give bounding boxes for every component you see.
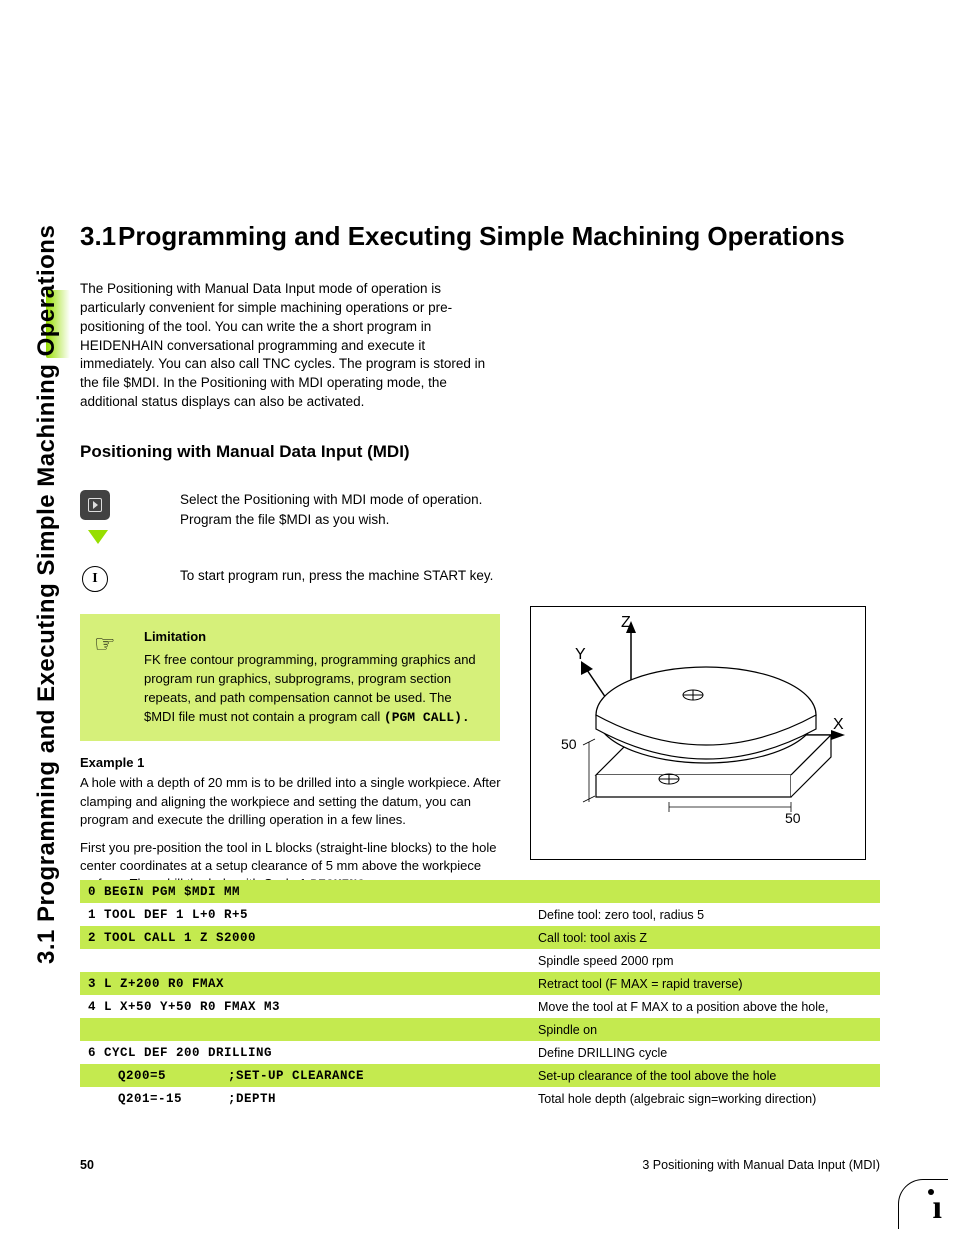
code-cell: 1 TOOL DEF 1 L+0 R+5 [80, 903, 530, 926]
example-paragraph-1: A hole with a depth of 20 mm is to be dr… [80, 774, 510, 829]
intro-paragraph: The Positioning with Manual Data Input m… [80, 280, 500, 412]
page-number: 50 [80, 1158, 94, 1172]
desc-cell: Spindle speed 2000 rpm [530, 949, 880, 972]
desc-cell: Define DRILLING cycle [530, 1041, 880, 1064]
code-cell [80, 1018, 530, 1041]
hand-pointer-icon: ☞ [94, 628, 116, 663]
axis-x-label: X [833, 716, 844, 733]
page-footer: 50 3 Positioning with Manual Data Input … [80, 1158, 880, 1172]
step-row-start: I To start program run, press the machin… [80, 566, 880, 592]
code-cell: Q201=-15;DEPTH [80, 1087, 530, 1110]
desc-cell: Total hole depth (algebraic sign=working… [530, 1087, 880, 1110]
mdi-key-icon [80, 490, 110, 520]
table-row: Q201=-15;DEPTHTotal hole depth (algebrai… [80, 1087, 880, 1110]
step-text-start: To start program run, press the machine … [180, 566, 510, 586]
step-row-mode: Select the Positioning with MDI mode of … [80, 490, 880, 544]
code-cell: 0 BEGIN PGM $MDI MM [80, 880, 530, 903]
step-text-mode: Select the Positioning with MDI mode of … [180, 490, 510, 529]
table-row: 3 L Z+200 R0 FMAXRetract tool (F MAX = r… [80, 972, 880, 995]
desc-cell: Retract tool (F MAX = rapid traverse) [530, 972, 880, 995]
desc-cell: Call tool: tool axis Z [530, 926, 880, 949]
page-title: 3.1Programming and Executing Simple Mach… [80, 222, 880, 252]
start-key-icon: I [82, 566, 108, 592]
coordinate-diagram: Z Y X 50 [530, 606, 866, 860]
desc-cell [530, 880, 880, 903]
table-row: Q200=5;SET-UP CLEARANCESet-up clearance … [80, 1064, 880, 1087]
limitation-note: ☞ Limitation FK free contour programming… [80, 614, 500, 741]
note-code: (PGM CALL). [384, 710, 470, 725]
dim-50-left: 50 [561, 736, 577, 752]
axis-z-label: Z [621, 614, 631, 631]
code-cell: 3 L Z+200 R0 FMAX [80, 972, 530, 995]
note-heading: Limitation [144, 628, 486, 647]
desc-cell: Move the tool at F MAX to a position abo… [530, 995, 880, 1018]
table-row: 1 TOOL DEF 1 L+0 R+5Define tool: zero to… [80, 903, 880, 926]
code-cell: Q200=5;SET-UP CLEARANCE [80, 1064, 530, 1087]
code-cell: 2 TOOL CALL 1 Z S2000 [80, 926, 530, 949]
footer-chapter: 3 Positioning with Manual Data Input (MD… [642, 1158, 880, 1172]
down-arrow-icon [88, 530, 108, 544]
code-cell [80, 949, 530, 972]
sidebar-section-title: 3.1 Programming and Executing Simple Mac… [22, 224, 72, 964]
table-row: 4 L X+50 Y+50 R0 FMAX M3Move the tool at… [80, 995, 880, 1018]
axis-y-label: Y [575, 646, 586, 663]
table-row: 2 TOOL CALL 1 Z S2000Call tool: tool axi… [80, 926, 880, 949]
info-icon: ı [898, 1179, 948, 1229]
title-number: 3.1 [80, 222, 118, 252]
dim-50-bottom: 50 [785, 810, 801, 826]
code-cell: 6 CYCL DEF 200 DRILLING [80, 1041, 530, 1064]
program-listing-table: 0 BEGIN PGM $MDI MM1 TOOL DEF 1 L+0 R+5D… [80, 880, 880, 1110]
section-heading: Positioning with Manual Data Input (MDI) [80, 442, 880, 462]
desc-cell: Define tool: zero tool, radius 5 [530, 903, 880, 926]
table-row: Spindle on [80, 1018, 880, 1041]
desc-cell: Set-up clearance of the tool above the h… [530, 1064, 880, 1087]
title-text: Programming and Executing Simple Machini… [118, 221, 845, 251]
table-row: 0 BEGIN PGM $MDI MM [80, 880, 880, 903]
desc-cell: Spindle on [530, 1018, 880, 1041]
table-row: 6 CYCL DEF 200 DRILLINGDefine DRILLING c… [80, 1041, 880, 1064]
code-cell: 4 L X+50 Y+50 R0 FMAX M3 [80, 995, 530, 1018]
table-row: Spindle speed 2000 rpm [80, 949, 880, 972]
